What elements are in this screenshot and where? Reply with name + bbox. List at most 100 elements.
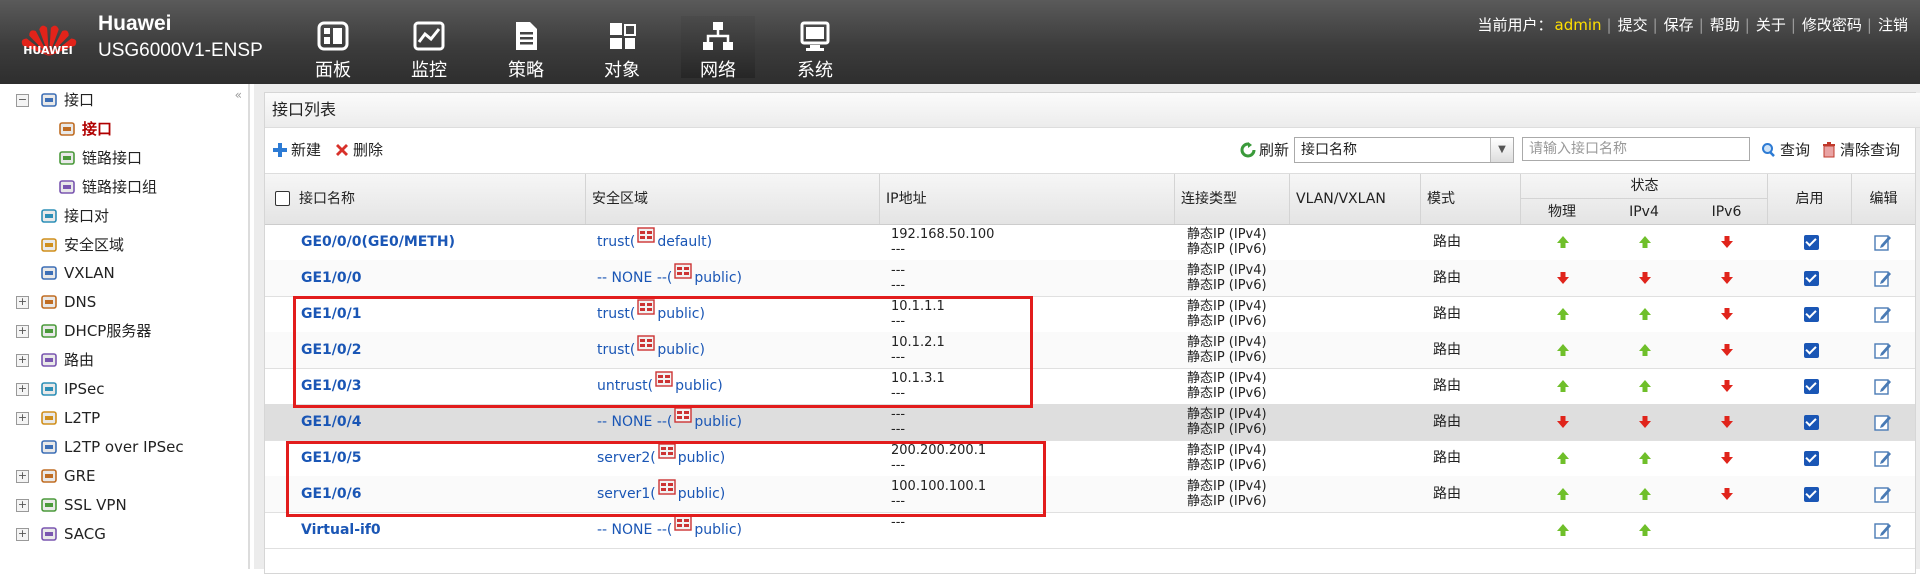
security-zone-link[interactable]: -- NONE --(public) [597,260,742,296]
sidebar-item[interactable]: − 接口 [0,87,240,113]
edit-icon[interactable] [1874,377,1892,395]
security-zone-link[interactable]: trust(public) [597,296,705,332]
enable-checkbox[interactable] [1804,415,1819,430]
edit-icon[interactable] [1874,413,1892,431]
sidebar-item[interactable]: 接口 [0,116,240,142]
sidebar-item[interactable]: 链路接口 [0,145,240,171]
expand-icon[interactable]: + [16,325,29,339]
new-button[interactable]: 新建 [272,139,321,160]
table-row[interactable]: GE1/0/4 -- NONE --(public) --- --- 静态IP (IPv… [265,404,1915,441]
public-system-icon [655,371,673,387]
sidebar-item[interactable]: 接口对 [0,203,240,229]
enable-checkbox[interactable] [1804,487,1819,502]
refresh-button[interactable]: 刷新 [1240,139,1289,160]
logout-link[interactable]: 注销 [1878,16,1908,34]
sidebar-item-label: L2TP [64,408,101,427]
security-zone-link[interactable]: trust(default) [597,224,712,260]
nav-policy[interactable]: 策略 [489,16,563,81]
search-input[interactable] [1522,137,1750,161]
expand-icon[interactable]: + [16,296,29,310]
table-row[interactable]: GE1/0/6 server1(public) 100.100.100.1 --- 静态… [265,476,1915,513]
interface-name-link[interactable]: Virtual-if0 [301,512,381,548]
clear-query-button[interactable]: 清除查询 [1821,139,1900,160]
change-password-link[interactable]: 修改密码 [1802,16,1862,34]
nav-system[interactable]: 系统 [778,16,852,81]
interface-name-link[interactable]: GE1/0/0 [301,260,362,296]
expand-icon[interactable]: + [16,527,29,541]
sidebar-item[interactable]: + 路由 [0,347,240,373]
edit-icon[interactable] [1874,233,1892,251]
interface-name-link[interactable]: GE1/0/3 [301,368,362,404]
table-row[interactable]: GE1/0/3 untrust(public) 10.1.3.1 --- 静态IP (I… [265,368,1915,405]
sidebar-item[interactable]: + SACG [0,521,240,547]
sidebar-item[interactable]: + GRE [0,463,240,489]
edit-icon[interactable] [1874,485,1892,503]
sidebar-item[interactable]: + SSL VPN [0,492,240,518]
enable-checkbox[interactable] [1804,307,1819,322]
nav-dashboard[interactable]: 面板 [296,16,370,81]
nav-network[interactable]: 网络 [681,16,755,81]
edit-icon[interactable] [1874,521,1892,539]
query-label: 查询 [1780,141,1811,159]
table-row[interactable]: GE1/0/0 -- NONE --(public) --- --- 静态IP (IPv… [265,260,1915,297]
status-down-arrow-icon [1721,380,1733,392]
sidebar-item[interactable]: 链路接口组 [0,174,240,200]
interface-name-link[interactable]: GE1/0/6 [301,476,362,512]
expand-icon[interactable]: + [16,469,29,483]
submit-link[interactable]: 提交 [1618,16,1648,34]
interface-name-link[interactable]: GE0/0/0(GE0/METH) [301,224,455,260]
sidebar-item[interactable]: VXLAN [0,260,240,286]
delete-button[interactable]: 删除 [334,139,383,160]
security-zone-link[interactable]: untrust(public) [597,368,723,404]
help-link[interactable]: 帮助 [1710,16,1740,34]
expand-icon[interactable]: + [16,498,29,512]
query-button[interactable]: 查询 [1761,139,1810,160]
security-zone-link[interactable]: trust(public) [597,332,705,368]
interface-name-link[interactable]: GE1/0/2 [301,332,362,368]
vsys-name: public) [657,342,705,358]
sidebar-item[interactable]: 安全区域 [0,232,240,258]
edit-icon[interactable] [1874,449,1892,467]
enable-checkbox[interactable] [1804,271,1819,286]
nav-monitor[interactable]: 监控 [392,16,466,81]
enable-checkbox[interactable] [1804,343,1819,358]
security-zone-link[interactable]: server2(public) [597,440,725,476]
edit-icon[interactable] [1874,269,1892,287]
security-zone-link[interactable]: -- NONE --(public) [597,512,742,548]
about-link[interactable]: 关于 [1756,16,1786,34]
save-link[interactable]: 保存 [1664,16,1694,34]
security-zone-link[interactable]: -- NONE --(public) [597,404,742,440]
search-field-select[interactable]: 接口名称 ▼ [1294,137,1514,163]
expand-icon[interactable]: + [16,383,29,396]
table-row[interactable]: Virtual-if0 -- NONE --(public) --- [265,512,1915,549]
ip-address: 10.1.1.1 --- [891,296,945,335]
sidebar-item[interactable]: + L2TP [0,405,240,431]
enable-checkbox[interactable] [1804,451,1819,466]
enable-checkbox[interactable] [1804,379,1819,394]
collapse-icon[interactable]: − [16,94,29,107]
select-all-checkbox[interactable] [275,191,290,206]
interface-name-link[interactable]: GE1/0/4 [301,404,362,440]
enable-checkbox[interactable] [1804,235,1819,250]
table-row[interactable]: GE0/0/0(GE0/METH) trust(default) 192.168.5… [265,224,1915,261]
sidebar-item[interactable]: + DNS [0,289,240,315]
table-row[interactable]: GE1/0/5 server2(public) 200.200.200.1 --- 静态… [265,440,1915,477]
link-group-icon [59,179,75,194]
edit-icon[interactable] [1874,341,1892,359]
table-row[interactable]: GE1/0/1 trust(public) 10.1.1.1 --- 静态IP (IPv… [265,296,1915,333]
interface-name-link[interactable]: GE1/0/5 [301,440,362,476]
expand-icon[interactable]: + [16,411,29,425]
sidebar-item-label: L2TP over IPSec [64,437,184,456]
current-user-label: 当前用户： [1477,16,1553,34]
table-row[interactable]: GE1/0/2 trust(public) 10.1.2.1 --- 静态IP (IPv… [265,332,1915,369]
expand-icon[interactable]: + [16,354,29,368]
sidebar-item[interactable]: + IPSec [0,376,240,402]
edit-icon[interactable] [1874,305,1892,323]
nav-object[interactable]: 对象 [585,16,659,81]
sidebar-item[interactable]: + DHCP服务器 [0,318,240,344]
chevron-down-icon[interactable]: ▼ [1490,138,1513,162]
interface-name-link[interactable]: GE1/0/1 [301,296,362,332]
sidebar-item[interactable]: L2TP over IPSec [0,434,240,460]
interface-icon [59,122,75,136]
security-zone-link[interactable]: server1(public) [597,476,725,512]
